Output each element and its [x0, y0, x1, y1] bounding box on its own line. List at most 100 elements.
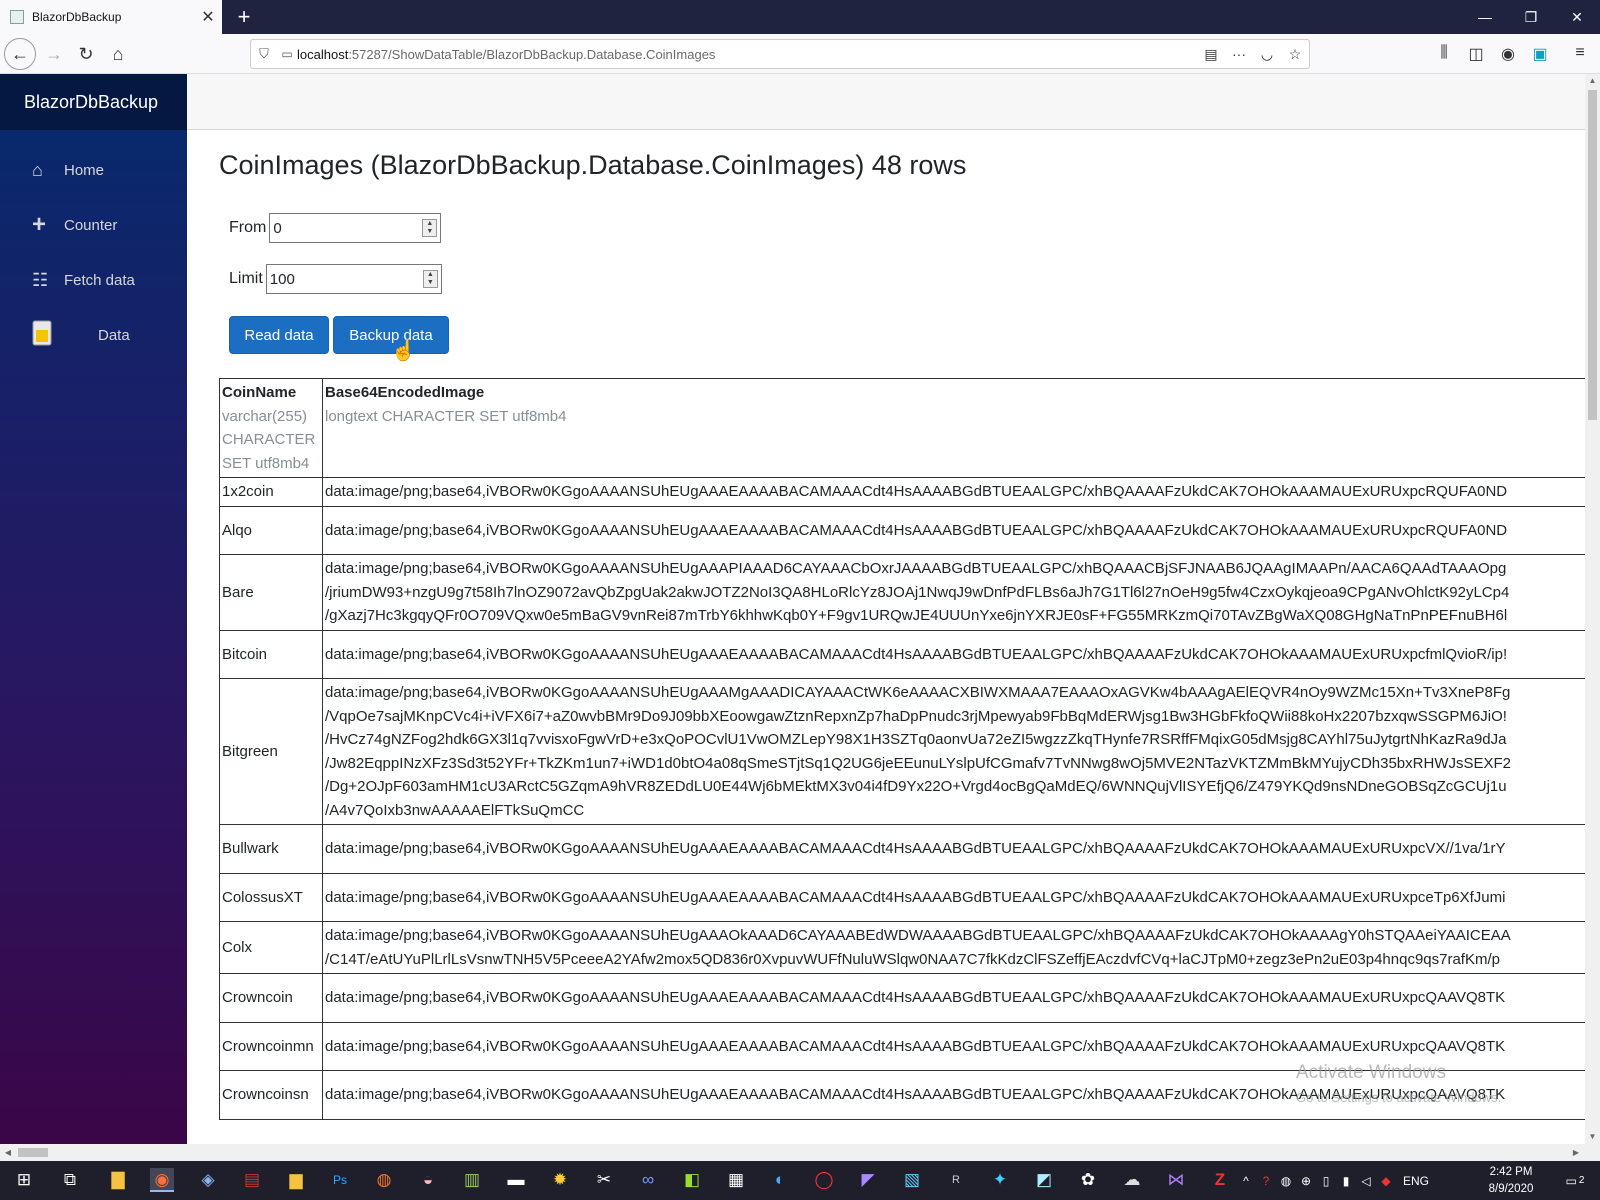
cell-coin-name: Crowncoin	[219, 973, 323, 1023]
notification-glyph: ▭	[1565, 1173, 1577, 1188]
scroll-down-icon[interactable]: ▼	[1585, 1130, 1600, 1144]
browser-tab-bar: BlazorDbBackup ✕ + — ❐ ✕	[0, 0, 1600, 34]
account-icon[interactable]: ◉	[1496, 44, 1520, 64]
home-browser-icon[interactable]: ⌂	[102, 38, 134, 70]
tray-help-icon[interactable]: ?	[1256, 1174, 1276, 1188]
tray-app-icon[interactable]: ◆	[1376, 1174, 1396, 1188]
restore-icon[interactable]: ❐	[1508, 0, 1554, 34]
cell-base64-image: data:image/png;base64,iVBORw0KGgoAAAANSU…	[322, 678, 1585, 825]
horizontal-scrollbar[interactable]: ◀ ▶	[0, 1144, 1600, 1161]
app-icon[interactable]: ▥	[460, 1168, 484, 1192]
base64-line: /A4v7QoIxb3nwAAAAAElFTkSuQmCC	[325, 801, 585, 819]
base64-line: data:image/png;base64,iVBORw0KGgoAAAANSU…	[325, 888, 1506, 906]
back-icon[interactable]: ←	[4, 38, 36, 70]
pocket-icon[interactable]: ◡	[1253, 46, 1281, 63]
shield-icon[interactable]: ⛉	[251, 46, 277, 62]
scroll-left-icon[interactable]: ◀	[0, 1144, 16, 1161]
scroll-up-icon[interactable]: ▲	[1585, 74, 1600, 88]
close-tab-icon[interactable]: ✕	[194, 7, 222, 27]
menu-icon[interactable]: ≡	[1568, 44, 1592, 62]
nav-counter[interactable]: + Counter	[0, 203, 187, 247]
forward-icon[interactable]: →	[38, 38, 70, 70]
app-icon[interactable]: ✹	[548, 1168, 572, 1192]
reader-view-icon[interactable]: ▤	[1197, 46, 1225, 63]
app-icon[interactable]: ▦	[724, 1168, 748, 1192]
nav-data[interactable]: Data	[0, 313, 187, 357]
opera-icon[interactable]: ◯	[812, 1168, 836, 1192]
app-icon[interactable]: ▤	[240, 1168, 264, 1192]
limit-input[interactable]: 100 ▲ ▼	[265, 264, 442, 294]
sidebar-toggle-icon[interactable]: ◫	[1464, 44, 1488, 64]
app-icon[interactable]: ◩	[1032, 1168, 1056, 1192]
volume-icon[interactable]: ◁	[1356, 1174, 1376, 1188]
folder-icon[interactable]: ▆	[284, 1168, 308, 1192]
horizontal-scroll-thumb[interactable]	[18, 1148, 48, 1157]
start-icon[interactable]: ⊞	[12, 1168, 36, 1192]
app-icon[interactable]: ▧	[900, 1168, 924, 1192]
clock-time: 2:42 PM	[1489, 1166, 1533, 1178]
url-text[interactable]: localhost:57287/ShowDataTable/BlazorDbBa…	[297, 47, 1197, 62]
terminal-icon[interactable]: ▬	[504, 1168, 528, 1192]
photoshop-icon[interactable]: Ps	[328, 1168, 352, 1192]
usb-icon[interactable]: ▮	[1336, 1174, 1356, 1188]
blender-icon[interactable]: ◍	[372, 1168, 396, 1192]
nav-home[interactable]: ⌂ Home	[0, 148, 187, 192]
from-input[interactable]: 0 ▲ ▼	[269, 213, 442, 243]
table-row: Crowncoin data:image/png;base64,iVBORw0KG…	[219, 973, 1585, 1023]
table-body: 1x2coin data:image/png;base64,iVBORw0KGgo…	[219, 477, 1585, 1120]
nav-fetch-data[interactable]: ☷ Fetch data	[0, 258, 187, 302]
top-row	[187, 74, 1585, 130]
visual-studio-code-icon[interactable]: ◤	[856, 1168, 880, 1192]
language-indicator[interactable]: ENG	[1396, 1174, 1436, 1188]
from-spinner[interactable]: ▲ ▼	[422, 219, 438, 237]
limit-label: Limit	[229, 270, 263, 287]
from-input-value: 0	[273, 219, 282, 237]
library-icon[interactable]: ⫼	[1432, 44, 1456, 62]
read-data-button[interactable]: Read data	[229, 316, 329, 354]
firefox-icon[interactable]: ◉	[150, 1168, 174, 1192]
hand-cursor-icon: ☝	[391, 340, 416, 362]
task-view-icon[interactable]: ⧉	[58, 1168, 82, 1192]
app-icon[interactable]: ◈	[196, 1168, 220, 1192]
app-icon[interactable]: ◒	[416, 1168, 440, 1192]
network-icon[interactable]: ⊕	[1296, 1174, 1316, 1188]
save-extension-icon[interactable]: ▣	[1528, 44, 1552, 64]
tray-app-icon[interactable]: ◍	[1276, 1174, 1296, 1188]
cell-base64-image: data:image/png;base64,iVBORw0KGgoAAAANSU…	[322, 505, 1585, 555]
app-icon[interactable]: ✿	[1076, 1168, 1100, 1192]
filezilla-icon[interactable]: Z	[1208, 1168, 1232, 1192]
tray-expand-icon[interactable]: ^	[1236, 1174, 1256, 1188]
data-table: CoinName varchar(255) CHARACTER SET utf8…	[219, 378, 1585, 1120]
app-icon[interactable]: R	[944, 1168, 968, 1192]
column-name: Base64EncodedImage	[325, 384, 485, 401]
close-window-icon[interactable]: ✕	[1554, 0, 1600, 34]
vertical-scroll-thumb[interactable]	[1588, 90, 1597, 420]
app-icon[interactable]: ✂	[592, 1168, 616, 1192]
notifications-icon[interactable]: ▭ 2	[1556, 1161, 1594, 1200]
limit-spinner[interactable]: ▲ ▼	[422, 270, 438, 288]
brand-link[interactable]: BlazorDbBackup	[0, 74, 187, 130]
base64-line: /Jw82EqppINzXFz3Sd3t52YFr+TkZKm1un7+iWD1…	[325, 754, 1511, 772]
scroll-right-icon[interactable]: ▶	[1568, 1144, 1584, 1161]
more-actions-icon[interactable]: ···	[1225, 46, 1253, 62]
file-explorer-icon[interactable]: ▇	[106, 1168, 130, 1192]
app-icon[interactable]: ☁	[1120, 1168, 1144, 1192]
battery-icon[interactable]: ▯	[1316, 1174, 1336, 1188]
bookmark-star-icon[interactable]: ☆	[1281, 46, 1309, 63]
page-info-icon[interactable]: ▭	[277, 47, 297, 61]
column-type: longtext CHARACTER SET utf8mb4	[325, 407, 567, 425]
reload-icon[interactable]: ↻	[70, 38, 102, 70]
app-icon[interactable]: ∞	[636, 1168, 660, 1192]
taskbar-clock[interactable]: 2:42 PM 8/9/2020	[1476, 1164, 1546, 1198]
app-icon[interactable]: ✦	[988, 1168, 1012, 1192]
new-tab-icon[interactable]: +	[232, 4, 256, 30]
app-icon[interactable]: ◐	[768, 1168, 792, 1192]
visual-studio-icon[interactable]: ⋈	[1164, 1168, 1188, 1192]
minimize-icon[interactable]: —	[1462, 0, 1508, 34]
app-icon[interactable]: ◧	[680, 1168, 704, 1192]
url-bar[interactable]: ⛉ ▭ localhost:57287/ShowDataTable/Blazor…	[250, 39, 1310, 69]
browser-tab[interactable]: BlazorDbBackup ✕	[0, 0, 222, 34]
table-row: Colx data:image/png;base64,iVBORw0KGgoAAA…	[219, 921, 1585, 974]
page-title: CoinImages (BlazorDbBackup.Database.Coin…	[219, 150, 967, 180]
vertical-scrollbar[interactable]: ▲ ▼	[1585, 74, 1600, 1144]
